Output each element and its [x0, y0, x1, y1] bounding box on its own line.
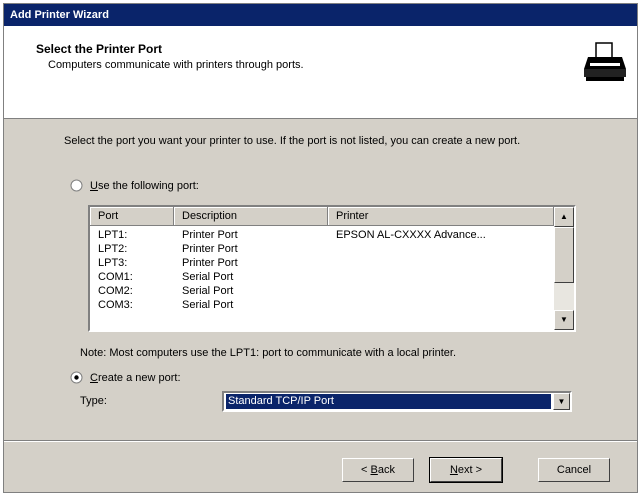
printer-cell	[328, 298, 554, 312]
page-subtitle: Computers communicate with printers thro…	[48, 59, 304, 71]
port-list[interactable]: Port Description Printer LPT1: Printer P…	[88, 205, 576, 332]
port-cell: LPT1:	[98, 229, 128, 241]
back-prefix: <	[361, 464, 371, 476]
printer-cell	[328, 270, 554, 284]
port-type-select[interactable]: Standard TCP/IP Port ▼	[222, 391, 572, 412]
type-label: Type:	[80, 395, 107, 407]
create-new-port-radio[interactable]	[70, 371, 83, 384]
description-cell: Printer Port	[182, 229, 238, 241]
printer-cell	[328, 256, 554, 270]
next-button[interactable]: Next >	[429, 457, 503, 483]
use-existing-port-label[interactable]: Use the following port:	[90, 180, 199, 192]
table-row[interactable]: LPT3: Printer Port	[90, 256, 554, 270]
scroll-down-arrow-icon[interactable]: ▼	[554, 310, 574, 330]
port-type-value: Standard TCP/IP Port	[226, 394, 551, 409]
port-list-header: Port Description Printer	[90, 207, 554, 226]
wizard-window: Add Printer Wizard Select the Printer Po…	[3, 3, 638, 493]
description-cell: Printer Port	[182, 257, 238, 269]
table-row[interactable]: LPT1: Printer Port EPSON AL-CXXXX Advanc…	[90, 228, 554, 242]
create-new-accel: C	[90, 372, 98, 384]
next-rest: ext >	[457, 464, 483, 476]
wizard-header: Select the Printer Port Computers commun…	[4, 26, 637, 119]
port-cell: LPT2:	[98, 243, 128, 255]
next-accel: N	[449, 464, 458, 476]
column-description[interactable]: Description	[174, 207, 328, 226]
chevron-down-icon[interactable]: ▼	[553, 393, 570, 410]
back-accel: B	[370, 464, 378, 476]
table-row[interactable]: COM1: Serial Port	[90, 270, 554, 284]
table-row[interactable]: LPT2: Printer Port	[90, 242, 554, 256]
use-existing-label-text: se the following port:	[97, 180, 199, 192]
use-existing-port-radio[interactable]	[70, 179, 83, 192]
port-cell: COM1:	[98, 271, 133, 283]
title-bar[interactable]: Add Printer Wizard	[4, 4, 637, 26]
description-cell: Serial Port	[182, 271, 234, 283]
back-button[interactable]: < Back	[342, 458, 414, 482]
printer-cell	[328, 242, 554, 256]
page-title: Select the Printer Port	[36, 42, 163, 56]
printer-icon	[582, 39, 628, 85]
column-printer[interactable]: Printer	[328, 207, 554, 226]
port-rows: LPT1: Printer Port EPSON AL-CXXXX Advanc…	[90, 228, 554, 312]
table-row[interactable]: COM2: Serial Port	[90, 284, 554, 298]
instructions-text: Select the port you want your printer to…	[64, 135, 521, 147]
create-new-label-text: reate a new port:	[97, 372, 181, 384]
port-list-scrollbar[interactable]: ▲ ▼	[554, 207, 574, 330]
description-cell: Printer Port	[182, 243, 238, 255]
scroll-thumb[interactable]	[554, 227, 574, 283]
window-title: Add Printer Wizard	[10, 9, 109, 21]
port-note: Note: Most computers use the LPT1: port …	[80, 347, 457, 359]
description-cell: Serial Port	[182, 285, 234, 297]
create-new-port-label[interactable]: Create a new port:	[90, 372, 181, 384]
column-port[interactable]: Port	[90, 207, 174, 226]
port-cell: COM3:	[98, 299, 133, 311]
cancel-button[interactable]: Cancel	[538, 458, 610, 482]
back-rest: ack	[377, 464, 395, 476]
description-cell: Serial Port	[182, 299, 234, 311]
printer-cell	[328, 284, 554, 298]
printer-cell: EPSON AL-CXXXX Advance...	[336, 229, 486, 241]
port-cell: LPT3:	[98, 257, 128, 269]
scroll-up-arrow-icon[interactable]: ▲	[554, 207, 574, 227]
use-existing-accel: U	[90, 180, 98, 192]
button-separator	[4, 440, 637, 442]
port-cell: COM2:	[98, 285, 133, 297]
table-row[interactable]: COM3: Serial Port	[90, 298, 554, 312]
